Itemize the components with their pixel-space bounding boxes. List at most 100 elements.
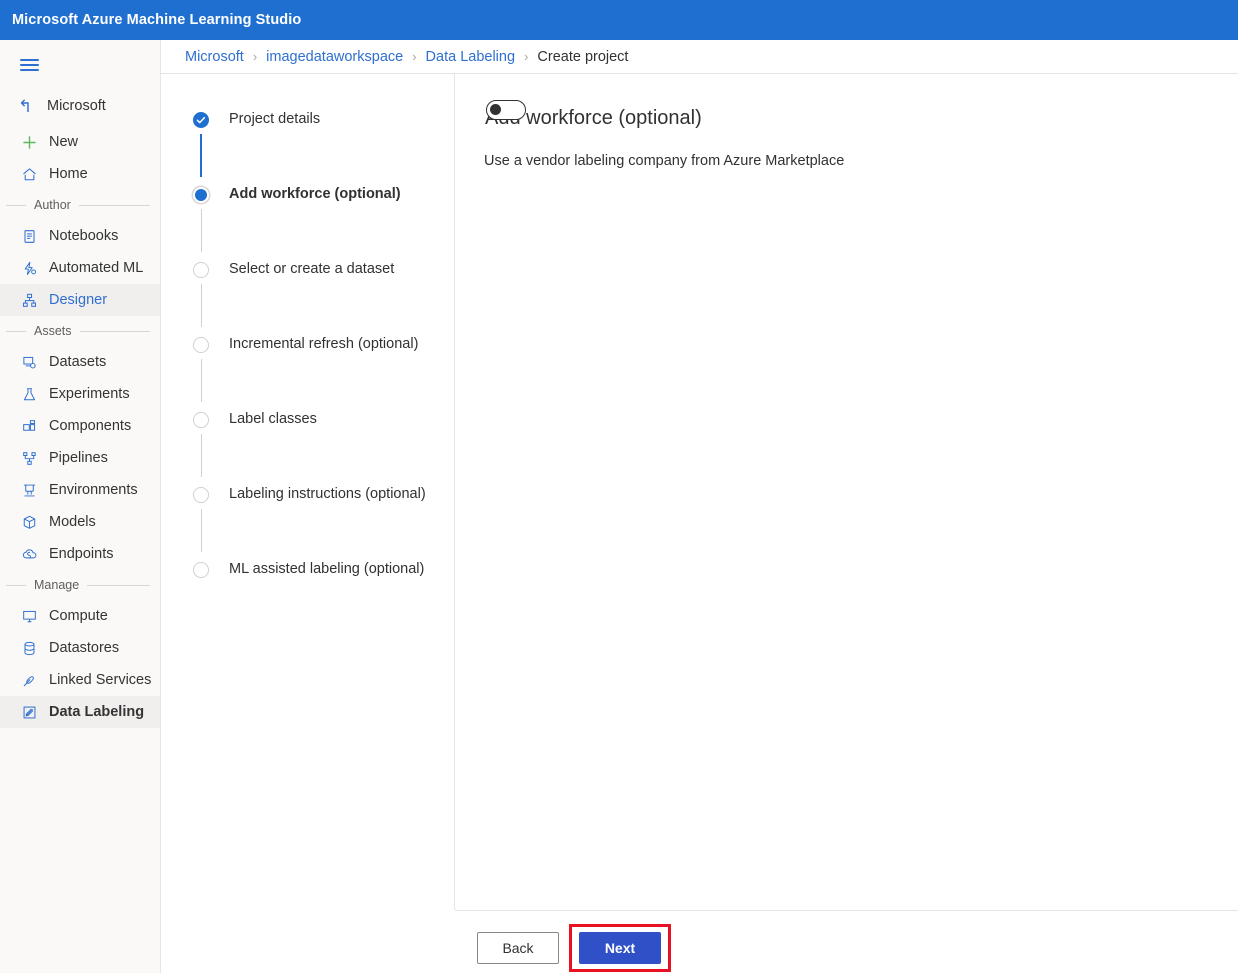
section-divider-left <box>6 204 26 206</box>
left-navigation-rail: ↰ Microsoft New Home Author Notebooks Au… <box>0 40 161 973</box>
back-arrow-icon: ↰ <box>18 96 33 116</box>
sidebar-section-author: Author <box>0 190 160 220</box>
sidebar-item-datasets[interactable]: Datasets <box>0 346 160 378</box>
back-to-microsoft-button[interactable]: ↰ Microsoft <box>0 86 161 126</box>
section-divider-right <box>79 330 150 332</box>
wizard-step-project-details[interactable]: Project details <box>161 110 454 185</box>
sidebar-section-manage: Manage <box>0 570 160 600</box>
wizard-step-select-dataset[interactable]: Select or create a dataset <box>161 260 454 335</box>
sidebar-item-label: Experiments <box>49 386 130 402</box>
vendor-labeling-toggle[interactable] <box>486 100 526 120</box>
sidebar-item-label: Datasets <box>49 354 107 370</box>
main-content-panel: Add workforce (optional) Use a vendor la… <box>455 74 1238 910</box>
step-pending-indicator-icon <box>193 487 209 503</box>
sidebar-item-models[interactable]: Models <box>0 506 160 538</box>
sidebar-item-components[interactable]: Components <box>0 410 160 442</box>
endpoints-icon <box>18 545 40 563</box>
sidebar-item-linked-services[interactable]: Linked Services <box>0 664 160 696</box>
breadcrumb-item-microsoft[interactable]: Microsoft <box>185 49 244 65</box>
sidebar-item-label: Compute <box>49 608 108 624</box>
wizard-step-incremental-refresh[interactable]: Incremental refresh (optional) <box>161 335 454 410</box>
wizard-step-add-workforce[interactable]: Add workforce (optional) <box>161 185 454 260</box>
step-connector <box>200 434 202 477</box>
sidebar-item-label: Home <box>49 166 88 182</box>
sidebar-item-label: Datastores <box>49 640 120 656</box>
next-button[interactable]: Next <box>579 932 661 964</box>
sidebar-item-label: Automated ML <box>49 260 144 276</box>
app-header: Microsoft Azure Machine Learning Studio <box>0 0 1238 40</box>
back-label: Microsoft <box>47 98 106 114</box>
sidebar-item-label: Environments <box>49 482 138 498</box>
wizard-step-label: Incremental refresh (optional) <box>229 336 419 352</box>
app-title: Microsoft Azure Machine Learning Studio <box>12 12 302 28</box>
linked-services-icon <box>18 671 40 689</box>
sidebar-item-label: Linked Services <box>49 672 152 688</box>
datastores-database-icon <box>18 639 40 657</box>
datasets-icon <box>18 353 40 371</box>
breadcrumb-separator: › <box>252 49 258 64</box>
step-pending-indicator-icon <box>193 337 209 353</box>
hamburger-menu-button[interactable] <box>0 44 161 86</box>
wizard-step-label: Label classes <box>229 411 317 427</box>
sidebar-item-notebooks[interactable]: Notebooks <box>0 220 160 252</box>
sidebar-item-datastores[interactable]: Datastores <box>0 632 160 664</box>
sidebar-item-designer[interactable]: Designer <box>0 284 160 316</box>
step-pending-indicator-icon <box>193 412 209 428</box>
sidebar-section-assets: Assets <box>0 316 160 346</box>
toggle-knob <box>490 104 501 115</box>
sidebar-item-new[interactable]: New <box>0 126 160 158</box>
wizard-step-labeling-instructions[interactable]: Labeling instructions (optional) <box>161 485 454 560</box>
designer-icon <box>18 291 40 309</box>
sidebar-item-label: Pipelines <box>49 450 108 466</box>
sidebar-item-label: New <box>49 134 79 150</box>
sidebar-item-experiments[interactable]: Experiments <box>0 378 160 410</box>
wizard-step-label: Add workforce (optional) <box>229 186 401 202</box>
step-connector <box>200 359 202 402</box>
breadcrumb-separator: › <box>412 49 417 64</box>
section-divider-left <box>6 584 26 586</box>
pipelines-icon <box>18 449 40 467</box>
breadcrumb-item-create-project: Create project <box>537 48 629 65</box>
vendor-labeling-description: Use a vendor labeling company from Azure… <box>484 153 845 169</box>
notebook-icon <box>18 227 40 245</box>
step-pending-indicator-icon <box>193 262 209 278</box>
wizard-step-ml-assisted-labeling[interactable]: ML assisted labeling (optional) <box>161 560 454 590</box>
sidebar-item-label: Designer <box>49 292 108 308</box>
step-connector <box>200 284 202 327</box>
sidebar-item-label: Endpoints <box>49 546 114 562</box>
sidebar-item-data-labeling[interactable]: Data Labeling <box>0 696 160 728</box>
data-labeling-pencil-icon <box>18 703 40 721</box>
hamburger-icon <box>20 56 39 74</box>
section-divider-right <box>87 584 150 586</box>
section-divider-right <box>78 204 150 206</box>
section-title: Author <box>34 198 71 212</box>
sidebar-item-label: Data Labeling <box>49 704 145 720</box>
sidebar-item-compute[interactable]: Compute <box>0 600 160 632</box>
sidebar-item-environments[interactable]: Environments <box>0 474 160 506</box>
wizard-step-label: Labeling instructions (optional) <box>229 486 426 502</box>
wizard-step-label: Project details <box>229 111 321 127</box>
sidebar-item-home[interactable]: Home <box>0 158 160 190</box>
sidebar-item-automated-ml[interactable]: Automated ML <box>0 252 160 284</box>
breadcrumb-item-workspace[interactable]: imagedataworkspace <box>266 49 403 65</box>
sidebar-item-endpoints[interactable]: Endpoints <box>0 538 160 570</box>
compute-monitor-icon <box>18 607 40 625</box>
step-connector <box>200 209 202 252</box>
components-icon <box>18 417 40 435</box>
sidebar-item-pipelines[interactable]: Pipelines <box>0 442 160 474</box>
home-icon <box>18 165 40 183</box>
wizard-footer: Back Next <box>455 910 1238 973</box>
step-current-indicator-icon <box>193 187 209 203</box>
step-complete-check-icon <box>193 112 209 128</box>
step-pending-indicator-icon <box>193 562 209 578</box>
breadcrumb-separator: › <box>524 49 529 64</box>
section-divider-left <box>6 330 26 332</box>
breadcrumb-item-data-labeling[interactable]: Data Labeling <box>426 49 516 65</box>
step-connector <box>200 509 202 552</box>
back-button[interactable]: Back <box>477 932 559 964</box>
breadcrumb: Microsoft › imagedataworkspace › Data La… <box>161 40 1238 74</box>
wizard-step-list: Project details Add workforce (optional)… <box>161 74 455 910</box>
wizard-step-label-classes[interactable]: Label classes <box>161 410 454 485</box>
automated-ml-icon <box>18 259 40 277</box>
experiments-flask-icon <box>18 385 40 403</box>
